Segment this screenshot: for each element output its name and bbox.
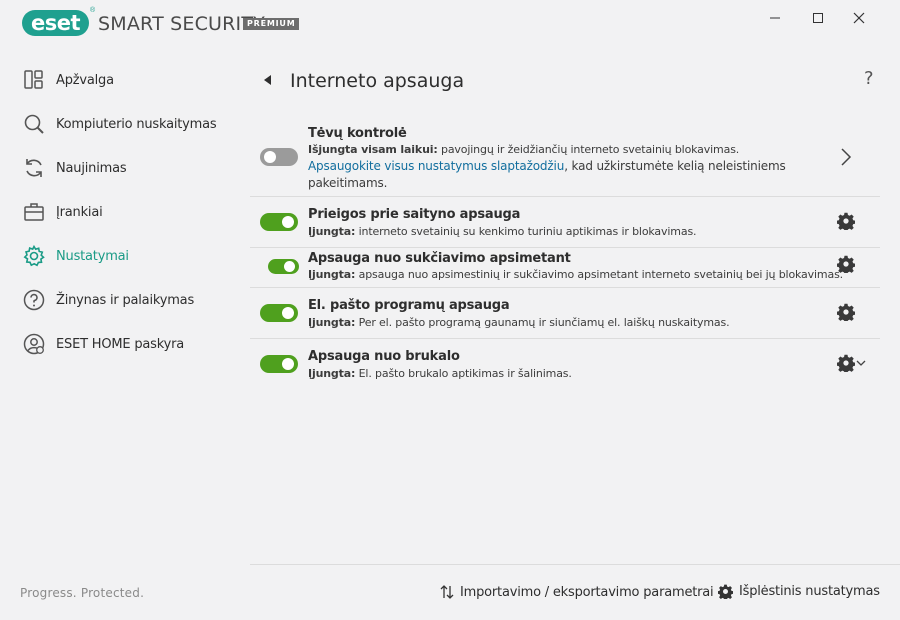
anti-phishing-toggle[interactable] [268,259,299,274]
sidebar-item-label: Žinynas ir palaikymas [56,293,195,308]
web-access-toggle[interactable] [260,213,298,231]
refresh-icon [26,159,42,177]
sidebar-item-update[interactable]: Naujinimas [0,148,250,192]
import-export-button[interactable]: Importavimo / eksportavimo parametrai [440,584,714,600]
sidebar-item-label: Kompiuterio nuskaitymas [56,117,217,132]
sidebar-item-label: Įrankiai [56,205,103,220]
feature-description: Įjungta: apsauga nuo apsimestinių ir suk… [308,268,843,281]
app-name: SMART SECURITY [98,13,265,35]
feature-row-email-client: El. pašto programų apsauga Įjungta: Per … [250,288,880,339]
tagline: Progress. Protected. [20,586,145,600]
feature-state: Įjungta: [308,316,356,329]
gear-icon [23,244,45,267]
search-icon [24,114,44,134]
maximize-icon [813,13,823,23]
sidebar: Apžvalga Kompiuterio nuskaitymas Naujini… [0,60,250,368]
feature-row-parental-control: Tėvų kontrolė Išjungta visam laikui: pav… [250,118,880,197]
feature-row-web-access: Prieigos prie saityno apsauga Įjungta: i… [250,197,880,248]
sidebar-item-overview[interactable]: Apžvalga [0,60,250,104]
sidebar-item-tools[interactable]: Įrankiai [0,192,250,236]
feature-state: Išjungta visam laikui: [308,143,438,156]
feature-row-antispam: Apsauga nuo brukalo Įjungta: El. pašto b… [250,339,880,391]
sidebar-item-label: Nustatymai [56,249,129,264]
account-icon [23,333,45,355]
gear-icon[interactable] [837,303,855,321]
chevron-down-icon[interactable] [856,359,866,367]
minimize-button[interactable] [757,4,793,32]
maximize-button[interactable] [800,4,836,32]
gear-icon[interactable] [837,354,855,372]
sidebar-item-eset-home[interactable]: ESET HOME paskyra [0,324,250,368]
overview-icon [24,70,43,89]
gear-icon[interactable] [837,212,855,230]
feature-description: Įjungta: Per el. pašto programą gaunamų … [308,316,730,329]
footer-divider [250,564,900,565]
advanced-setup-label: Išplėstinis nustatymas [739,584,880,599]
help-icon [23,289,45,311]
sort-arrows-icon [440,585,454,599]
edition-badge: PREMIUM [243,18,300,30]
close-icon [853,12,865,24]
import-export-label: Importavimo / eksportavimo parametrai [460,584,714,600]
password-protect-link[interactable]: Apsaugokite visus nustatymus slaptažodži… [308,159,564,173]
chevron-right-icon[interactable] [840,147,852,167]
feature-state: Įjungta: [308,225,356,238]
feature-description: Įjungta: interneto svetainių su kenkimo … [308,225,697,238]
feature-title: Apsauga nuo sukčiavimo apsimetant [308,251,571,266]
feature-row-anti-phishing: Apsauga nuo sukčiavimo apsimetant Įjungt… [250,248,880,288]
gear-icon [718,584,733,599]
eset-logo: eset ® [22,7,95,37]
sidebar-item-label: Naujinimas [56,161,127,176]
close-button[interactable] [841,4,877,32]
feature-description: Išjungta visam laikui: pavojingų ir žeid… [308,143,786,190]
minimize-icon [770,17,780,19]
sidebar-item-computer-scan[interactable]: Kompiuterio nuskaitymas [0,104,250,148]
feature-title: El. pašto programų apsauga [308,298,510,313]
title-bar: eset ® SMART SECURITY PREMIUM [0,0,900,48]
briefcase-icon [24,203,44,221]
feature-description: Įjungta: El. pašto brukalo aptikimas ir … [308,367,572,380]
feature-state: Įjungta: [308,367,356,380]
antispam-toggle[interactable] [260,355,298,373]
help-button[interactable]: ? [864,68,874,89]
sidebar-item-setup[interactable]: Nustatymai [0,236,250,280]
back-arrow-icon[interactable] [262,73,274,87]
advanced-setup-button[interactable]: Išplėstinis nustatymas [718,584,880,599]
feature-title: Tėvų kontrolė [308,126,407,141]
email-client-toggle[interactable] [260,304,298,322]
feature-title: Apsauga nuo brukalo [308,349,460,364]
sidebar-item-label: Apžvalga [56,73,114,88]
feature-title: Prieigos prie saityno apsauga [308,207,521,222]
page-title: Interneto apsauga [290,70,465,92]
sidebar-item-label: ESET HOME paskyra [56,337,184,352]
feature-state: Įjungta: [308,268,356,281]
parental-control-toggle[interactable] [260,148,298,166]
sidebar-item-help-support[interactable]: Žinynas ir palaikymas [0,280,250,324]
gear-icon[interactable] [837,255,855,273]
